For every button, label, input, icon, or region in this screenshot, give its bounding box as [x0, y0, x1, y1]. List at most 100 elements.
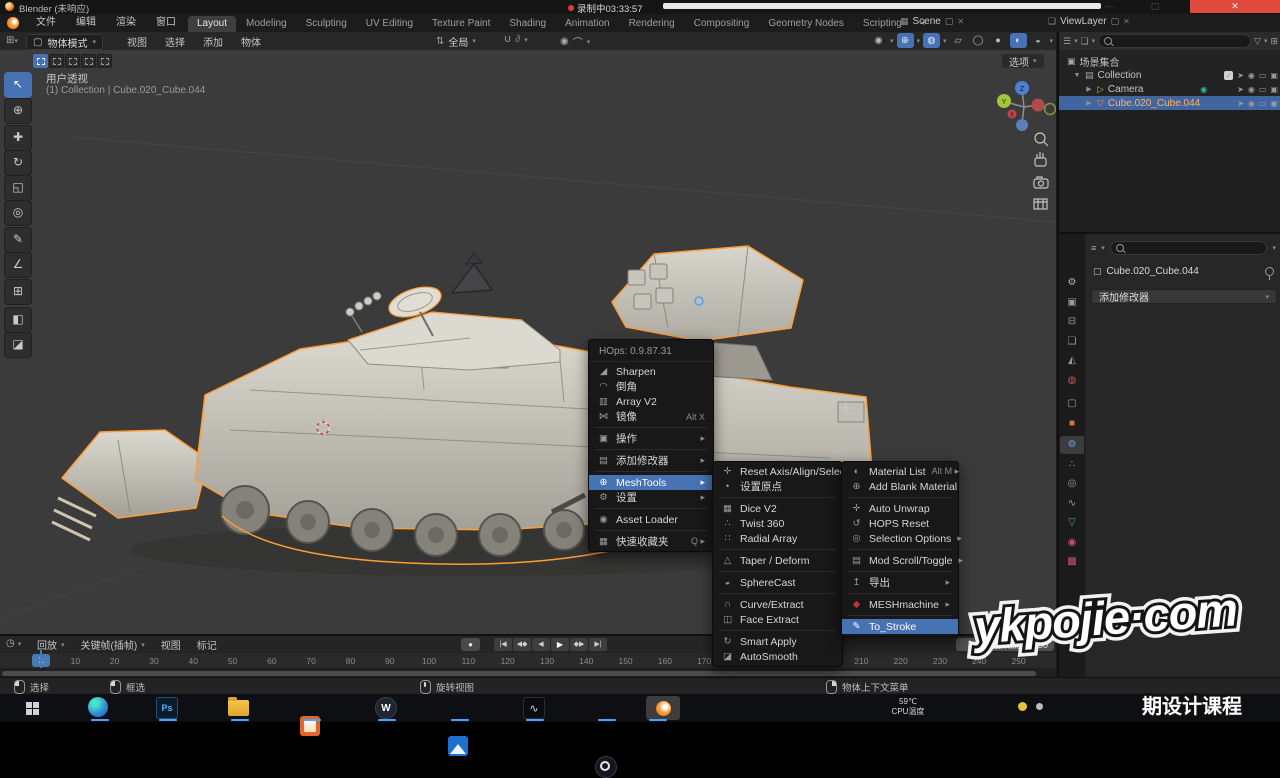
timeline-editor-icon[interactable]: ◷▾	[6, 638, 21, 649]
workspace-tab-compositing[interactable]: Compositing	[685, 16, 759, 32]
hops-item-mirror[interactable]: ⋈镜像Alt X	[589, 409, 713, 424]
viewport-menu-2[interactable]: 添加	[194, 34, 232, 49]
render-disable-icon[interactable]: ▣	[1270, 71, 1278, 80]
properties-tab-render[interactable]: ▣	[1060, 294, 1084, 312]
properties-tab-output[interactable]: ⊟	[1060, 313, 1084, 331]
transport-2[interactable]: ◀	[532, 638, 550, 651]
tool-cursor[interactable]: ⊕	[4, 98, 32, 124]
workspace-tab-geometry-nodes[interactable]: Geometry Nodes	[759, 16, 853, 32]
collection-checkbox[interactable]: ✓	[1224, 71, 1233, 80]
hops-item-operations[interactable]: ▣操作▸	[589, 431, 713, 446]
close-button[interactable]: ✕	[1190, 0, 1280, 13]
hops-item-array-v2[interactable]: ▥Array V2	[589, 394, 713, 409]
workspace-tab-animation[interactable]: Animation	[556, 16, 618, 32]
workspace-tab-shading[interactable]: Shading	[500, 16, 555, 32]
mesh-sub-item-to-stroke[interactable]: ✎To_Stroke	[842, 619, 958, 634]
properties-tab-object[interactable]: ■	[1060, 415, 1084, 433]
menubar-menu-3[interactable]: 窗口	[146, 14, 186, 32]
proportional-edit-icon[interactable]: ◉	[560, 36, 569, 47]
taskbar-app-obs[interactable]	[595, 756, 617, 778]
new-viewlayer-icon[interactable]: ▢	[1111, 16, 1120, 27]
viewport-menu-0[interactable]: 视图	[118, 34, 156, 49]
current-frame-field[interactable]: 1	[956, 638, 984, 651]
properties-tab-texture[interactable]: ▩	[1060, 553, 1084, 571]
meshtools-item-autosmooth[interactable]: ◪AutoSmooth	[713, 649, 842, 664]
menubar-menu-1[interactable]: 编辑	[66, 14, 106, 32]
mesh-sub-item-auto-unwrap[interactable]: ✛Auto Unwrap	[842, 501, 958, 516]
mesh-sub-item-meshmachine[interactable]: ◆MESHmachine▸	[842, 597, 958, 612]
workspace-tab-sculpting[interactable]: Sculpting	[297, 16, 356, 32]
meshtools-item-spherecast[interactable]: ◒SphereCast	[713, 575, 842, 590]
gizmos-toggle-icon[interactable]: ⊕	[897, 33, 914, 48]
properties-tab-particles[interactable]: ∴	[1060, 456, 1084, 474]
mode-dropdown[interactable]: ▢ 物体模式 ▾	[26, 34, 103, 50]
properties-tab-modifiers[interactable]: ⚙	[1060, 436, 1084, 454]
properties-tab-constraints[interactable]: ∿	[1060, 495, 1084, 513]
transport-3[interactable]: ▶	[551, 638, 569, 651]
timeline-menu-1[interactable]: 关键帧(插帧)▾	[74, 637, 152, 652]
add-modifier-button[interactable]: 添加修改器 ▾	[1091, 289, 1277, 304]
snap-magnet-icon[interactable]: ∪	[504, 34, 511, 45]
meshtools-item-curve-extract[interactable]: ∩Curve/Extract	[713, 597, 842, 612]
properties-tab-tool[interactable]: ⚙	[1060, 274, 1084, 292]
proportional-edit-controls[interactable]: ◉ ⌒ ▾	[560, 34, 590, 49]
tray-icon[interactable]	[1018, 702, 1027, 711]
outliner-settings-icon[interactable]: ⊞	[1270, 36, 1278, 47]
outliner-row-camera[interactable]: ▶ ▷ Camera ◉ ➤◉▭▣	[1059, 82, 1280, 96]
disclosure-triangle-icon[interactable]: ▼	[1073, 72, 1081, 79]
taskbar-app-writer[interactable]: W	[375, 697, 397, 719]
hops-item-bevel[interactable]: ◠倒角	[589, 379, 713, 394]
viewport-options-dropdown[interactable]: 选项 ▾	[1002, 54, 1044, 68]
hops-item-asset-loader[interactable]: ◉Asset Loader	[589, 512, 713, 527]
disclosure-triangle-icon[interactable]: ▶	[1085, 85, 1093, 93]
snap-target-icon[interactable]: ∂	[515, 34, 520, 45]
selectable-toggle-icon[interactable]: ➤	[1237, 71, 1244, 80]
taskbar-app-audio[interactable]: ∿	[523, 697, 545, 719]
meshtools-item-twist-360[interactable]: ∴Twist 360	[713, 516, 842, 531]
tray-icon[interactable]	[1036, 703, 1043, 710]
tool-select-box[interactable]: ↖	[4, 72, 32, 98]
hide-toggle-icon[interactable]: ◉	[1248, 71, 1255, 80]
shading-wireframe-icon[interactable]: ◯	[970, 33, 987, 48]
tool-measure[interactable]: ∠	[4, 252, 32, 278]
pin-icon[interactable]	[1265, 267, 1274, 276]
render-disable-icon[interactable]: ▣	[1270, 85, 1278, 94]
hops-item-meshtools[interactable]: ⊕MeshTools▸	[589, 475, 713, 490]
taskbar-app-blender[interactable]	[646, 696, 680, 720]
timeline-menu-2[interactable]: 视图	[154, 637, 188, 652]
viewlayer-selector[interactable]: ❏ ViewLayer ▢ ✕	[1048, 16, 1130, 27]
editor-type-icon[interactable]: ⊞▾	[6, 35, 18, 46]
menubar-menu-2[interactable]: 渲染	[106, 14, 146, 32]
new-scene-icon[interactable]: ▢	[945, 16, 954, 27]
shading-solid-icon[interactable]: ●	[990, 33, 1007, 48]
snapping-controls[interactable]: ∪ ∂ ▾	[504, 34, 528, 45]
outliner-row-collection[interactable]: ▼ ▤ Collection ✓➤◉▭▣	[1059, 68, 1280, 82]
mesh-sub-item-hops-reset[interactable]: ↺HOPS Reset	[842, 516, 958, 531]
meshtools-item-taper-deform[interactable]: △Taper / Deform	[713, 553, 842, 568]
scene-selector[interactable]: ▦ Scene ▢ ✕	[900, 16, 964, 27]
selectable-toggle-icon[interactable]: ➤	[1237, 99, 1244, 108]
menubar-menu-0[interactable]: 文件	[26, 14, 66, 32]
falloff-icon[interactable]: ⌒	[573, 34, 583, 49]
properties-tab-scene[interactable]: ◭	[1060, 352, 1084, 370]
hide-toggle-icon[interactable]: ◉	[1248, 99, 1255, 108]
outliner-row-cube[interactable]: ▶ ▽ Cube.020_Cube.044 ➤◉▭▣	[1059, 96, 1280, 110]
workspace-tab-rendering[interactable]: Rendering	[620, 16, 684, 32]
taskbar-app-explorer[interactable]	[228, 700, 249, 716]
transport-1[interactable]: ◀◆	[513, 638, 531, 651]
meshtools-item-set-origin[interactable]: •设置原点	[713, 479, 842, 494]
unlink-scene-icon[interactable]: ✕	[957, 17, 964, 26]
transport-5[interactable]: ▶|	[589, 638, 607, 651]
viewport-disable-icon[interactable]: ▭	[1259, 99, 1267, 108]
properties-search-input[interactable]	[1110, 241, 1268, 255]
hops-item-quick-favorites[interactable]: ▦快速收藏夹Q ▸	[589, 534, 713, 549]
workspace-tab-uv-editing[interactable]: UV Editing	[357, 16, 422, 32]
properties-tab-physics[interactable]: ◎	[1060, 475, 1084, 493]
meshtools-item-face-extract[interactable]: ◫Face Extract	[713, 612, 842, 627]
render-disable-icon[interactable]: ▣	[1270, 99, 1278, 108]
properties-tab-material[interactable]: ◉	[1060, 534, 1084, 552]
remove-viewlayer-icon[interactable]: ✕	[1123, 17, 1130, 26]
taskbar-app-photos[interactable]	[448, 736, 468, 756]
workspace-tab-layout[interactable]: Layout	[188, 16, 236, 32]
selectable-toggle-icon[interactable]: ➤	[1237, 85, 1244, 94]
